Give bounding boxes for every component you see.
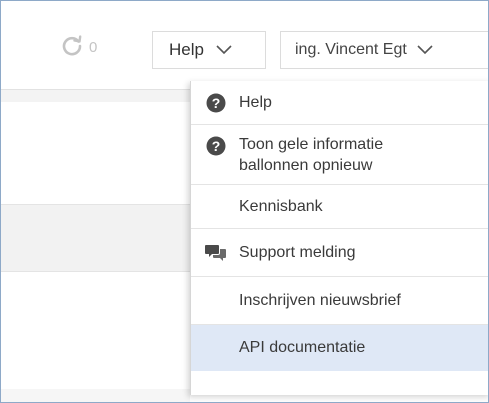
svg-text:?: ? [212,95,221,111]
help-button-label: Help [169,40,204,59]
menu-item-label: Help [239,93,272,111]
chat-bubbles-icon [205,242,227,264]
menu-item-show-tooltips[interactable]: ? Toon gele informatie ballonnen opnieuw [191,125,488,185]
menu-item-kennisbank[interactable]: Kennisbank [191,185,488,229]
question-circle-icon: ? [205,135,227,157]
help-dropdown-button[interactable]: Help [152,31,266,69]
menu-item-label-line2: ballonnen opnieuw [239,156,373,174]
question-circle-icon: ? [205,92,227,114]
chevron-down-icon [216,45,232,55]
top-bar: 0 Help ing. Vincent Egt [1,1,488,89]
menu-item-label-line1: Toon gele informatie [239,135,384,153]
menu-item-newsletter[interactable]: Inschrijven nieuwsbrief [191,277,488,325]
content-band [1,204,190,272]
refresh-icon [61,34,89,60]
menu-item-label: Toon gele informatie ballonnen opnieuw [239,134,383,176]
content-band [1,389,190,402]
menu-item-label: Support melding [239,243,356,261]
menu-item-label: Inschrijven nieuwsbrief [239,291,401,309]
menu-item-help[interactable]: ? Help [191,81,488,125]
menu-item-api-docs[interactable]: API documentatie [191,325,488,371]
menu-item-support[interactable]: Support melding [191,229,488,277]
sync-status[interactable]: 0 [61,35,97,59]
sync-count: 0 [89,38,98,56]
svg-text:?: ? [212,138,221,154]
app-window: 0 Help ing. Vincent Egt ? Help ? Toon ge… [0,0,489,403]
help-dropdown-menu: ? Help ? Toon gele informatie ballonnen … [190,81,488,395]
user-name: ing. Vincent Egt [295,41,407,58]
user-menu-button[interactable]: ing. Vincent Egt [280,31,488,69]
chevron-down-icon [417,45,433,55]
menu-item-label: Kennisbank [239,197,323,215]
toolbar-strip [1,89,190,102]
menu-item-label: API documentatie [239,339,366,356]
